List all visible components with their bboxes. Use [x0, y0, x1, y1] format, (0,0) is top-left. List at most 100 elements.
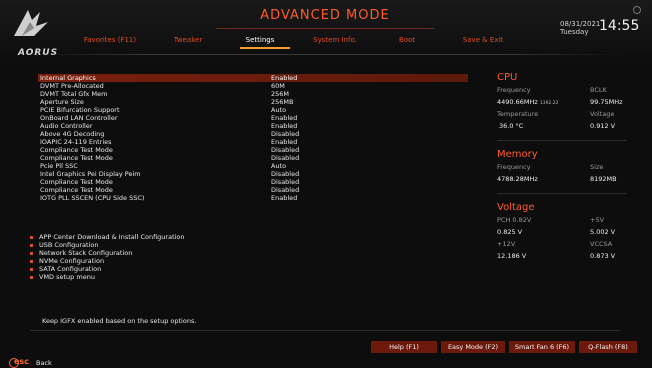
voltage-title: Voltage: [497, 202, 535, 213]
mode-title: ADVANCED MODE: [260, 8, 390, 23]
date-text: 08/31/2021: [560, 20, 601, 28]
memory-frequency-label: Frequency: [497, 163, 531, 171]
submenu-list: APP Center Download & Install Configurat…: [30, 233, 330, 281]
setting-row[interactable]: DVMT Total Gfx Mem 256M: [38, 90, 468, 98]
tab-settings[interactable]: Settings: [238, 36, 282, 44]
submenu-label: Network Stack Configuration: [39, 249, 133, 257]
submenu-item[interactable]: VMD setup menu: [30, 273, 330, 281]
setting-value[interactable]: 256MB: [271, 98, 293, 106]
setting-row[interactable]: Compliance Test Mode Disabled: [38, 154, 468, 162]
setting-value[interactable]: Enabled: [271, 194, 297, 202]
plus5v-value: 5.002 V: [590, 228, 616, 236]
setting-value[interactable]: Enabled: [271, 74, 297, 82]
footer-divider: [30, 330, 620, 331]
cpu-frequency-value: 4490.66MHz 1392.22: [497, 98, 558, 106]
submenu-item[interactable]: NVMe Configuration: [30, 257, 330, 265]
hardware-monitor-panel: CPU Frequency BCLK 4490.66MHz 1392.22 99…: [497, 72, 637, 264]
date-display: 08/31/2021 Tuesday: [560, 20, 600, 36]
submenu-item[interactable]: APP Center Download & Install Configurat…: [30, 233, 330, 241]
setting-row[interactable]: Above 4G Decoding Disabled: [38, 130, 468, 138]
cpu-frequency-label: Frequency: [497, 86, 531, 94]
setting-row[interactable]: Audio Controller Enabled: [38, 122, 468, 130]
memory-size-label: Size: [590, 163, 604, 171]
setting-value[interactable]: Disabled: [271, 170, 299, 178]
pch-value: 0.825 V: [497, 228, 523, 236]
setting-row[interactable]: Aperture Size 256MB: [38, 98, 468, 106]
setting-value[interactable]: 60M: [271, 82, 285, 90]
easy-mode-button[interactable]: Easy Mode (F2): [441, 341, 505, 353]
tab-save-exit[interactable]: Save & Exit: [458, 36, 508, 44]
bullet-icon: [30, 244, 33, 247]
header-divider: [30, 54, 620, 55]
memory-size-value: 8192MB: [590, 175, 617, 183]
setting-value[interactable]: Auto: [271, 106, 286, 114]
tab-boot[interactable]: Boot: [392, 36, 422, 44]
help-button[interactable]: Help (F1): [371, 341, 437, 353]
cpu-voltage-value: 0.912 V: [590, 122, 616, 130]
setting-label: PCIE Bifurcation Support: [40, 106, 120, 114]
bullet-icon: [30, 260, 33, 263]
q-flash-button[interactable]: Q-Flash (F8): [579, 341, 637, 353]
cpu-temperature-value: 36.0 °C: [499, 122, 524, 130]
setting-row[interactable]: Compliance Test Mode Disabled: [38, 146, 468, 154]
setting-value[interactable]: Disabled: [271, 178, 299, 186]
memory-title: Memory: [497, 149, 538, 160]
memory-values-row: 4788.28MHz 8192MB: [497, 175, 637, 187]
setting-row[interactable]: Compliance Test Mode Disabled: [38, 178, 468, 186]
cpu-labels-row-2: Temperature Voltage: [497, 110, 637, 122]
submenu-item[interactable]: SATA Configuration: [30, 265, 330, 273]
settings-gear-icon[interactable]: [633, 6, 641, 14]
esc-back-button[interactable]: esc Back: [0, 355, 80, 368]
top-bar: AORUS ADVANCED MODE 08/31/2021 Tuesday 1…: [0, 0, 652, 60]
section-divider: [497, 193, 627, 194]
clock: 14:55: [599, 18, 640, 34]
setting-label: DVMT Pre-Allocated: [40, 82, 104, 90]
setting-value[interactable]: Disabled: [271, 146, 299, 154]
setting-value[interactable]: Disabled: [271, 186, 299, 194]
setting-label: Intel Graphics Pei Display Peim: [40, 170, 141, 178]
tab-bar: Favorites (F11) Tweaker Settings System …: [0, 36, 652, 54]
setting-label: Compliance Test Mode: [40, 178, 113, 186]
setting-row[interactable]: DVMT Pre-Allocated 60M: [38, 82, 468, 90]
cpu-temperature-label: Temperature: [497, 110, 539, 118]
settings-list: Internal Graphics Enabled DVMT Pre-Alloc…: [38, 74, 468, 202]
setting-value[interactable]: Enabled: [271, 138, 297, 146]
setting-value[interactable]: Auto: [271, 162, 286, 170]
tab-tweaker[interactable]: Tweaker: [166, 36, 210, 44]
memory-labels-row: Frequency Size: [497, 163, 637, 175]
setting-row[interactable]: IOTG PLL SSCEN (CPU Side SSC) Enabled: [38, 194, 468, 202]
setting-row-internal-graphics[interactable]: Internal Graphics Enabled: [38, 74, 468, 82]
setting-row[interactable]: Pcie Pll SSC Auto: [38, 162, 468, 170]
setting-row[interactable]: IOAPIC 24-119 Entries Enabled: [38, 138, 468, 146]
cpu-values-row-1: 4490.66MHz 1392.22 99.75MHz: [497, 98, 637, 110]
setting-row[interactable]: Intel Graphics Pei Display Peim Disabled: [38, 170, 468, 178]
setting-value[interactable]: Enabled: [271, 122, 297, 130]
setting-value[interactable]: Disabled: [271, 154, 299, 162]
tab-system-info[interactable]: System Info.: [310, 36, 360, 44]
falcon-icon: [14, 10, 48, 36]
setting-row[interactable]: PCIE Bifurcation Support Auto: [38, 106, 468, 114]
active-tab-underline: [240, 47, 290, 49]
tab-favorites[interactable]: Favorites (F11): [80, 36, 140, 44]
back-label: Back: [36, 359, 52, 367]
setting-label: DVMT Total Gfx Mem: [40, 90, 108, 98]
voltage-labels-row-1: PCH 0.82V +5V: [497, 216, 637, 228]
smart-fan-button[interactable]: Smart Fan 6 (F6): [509, 341, 575, 353]
plus12v-label: +12V: [497, 240, 516, 248]
cpu-values-row-2: 36.0 °C 0.912 V: [497, 122, 637, 134]
submenu-item[interactable]: USB Configuration: [30, 241, 330, 249]
setting-row[interactable]: OnBoard LAN Controller Enabled: [38, 114, 468, 122]
memory-frequency-value: 4788.28MHz: [497, 175, 538, 183]
setting-label: Aperture Size: [40, 98, 84, 106]
submenu-item[interactable]: Network Stack Configuration: [30, 249, 330, 257]
cpu-bclk-label: BCLK: [590, 86, 607, 94]
bullet-icon: [30, 252, 33, 255]
setting-value[interactable]: Disabled: [271, 130, 299, 138]
plus5v-label: +5V: [590, 216, 605, 224]
bullet-icon: [30, 236, 33, 239]
voltage-labels-row-2: +12V VCCSA: [497, 240, 637, 252]
setting-row[interactable]: Compliance Test Mode Disabled: [38, 186, 468, 194]
setting-label: Compliance Test Mode: [40, 154, 113, 162]
setting-value[interactable]: Enabled: [271, 114, 297, 122]
submenu-label: USB Configuration: [39, 241, 99, 249]
